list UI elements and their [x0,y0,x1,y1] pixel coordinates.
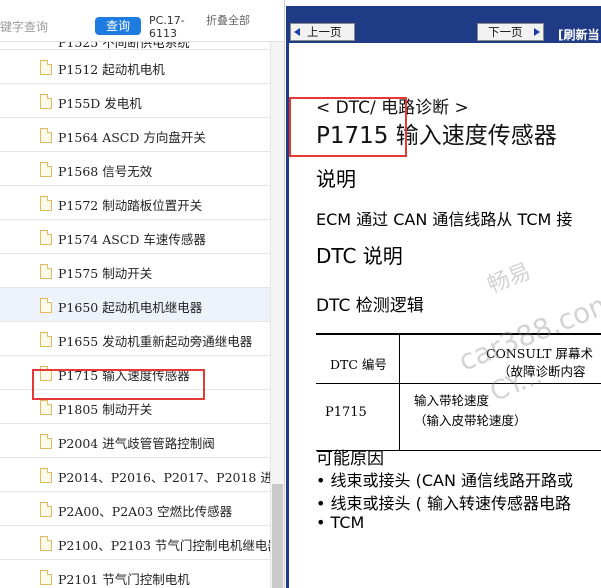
arrow-left-icon [294,28,300,36]
list-item-label: P1568 信号无效 [58,164,153,179]
list-item[interactable]: P1575 制动开关 [0,254,270,288]
list-item-label: P1575 制动开关 [58,266,153,281]
dtc-list: P1525 不间断供电系统 P1512 起动机电机 P155D 发电机 P156… [0,42,284,588]
viewer-toolbar: 上一页 下一页 [刷新当 [286,6,601,43]
table-cell-item-sub: （输入皮带轮速度） [414,413,527,428]
list-item-label: P1572 制动踏板位置开关 [58,198,203,213]
list-item[interactable]: P2014、P2016、P2017、P2018 进气... [0,458,284,492]
list-item-label: P2A00、P2A03 空燃比传感器 [58,504,233,519]
document-icon [40,468,52,483]
cause-bullet: • TCM [316,513,365,532]
list-item[interactable]: P155D 发电机 [0,84,270,118]
list-item-label: P1512 起动机电机 [58,62,165,77]
list-item[interactable]: P1564 ASCD 方向盘开关 [0,118,270,152]
list-item-label: P1525 不间断供电系统 [58,42,190,50]
cause-bullet: • 线束或接头 (CAN 通信线路开路或 [316,471,574,490]
collapse-all-button[interactable]: 折叠全部 [206,14,254,27]
highlight-box [289,97,407,157]
document-icon [40,400,52,415]
scrollbar-thumb[interactable] [272,484,283,588]
query-button[interactable]: 查询 [95,17,141,35]
document-icon [40,332,52,347]
list-item-label: P1655 发动机重新起动旁通继电器 [58,334,253,349]
document-icon [40,264,52,279]
next-page-label: 下一页 [488,25,523,39]
list-item[interactable]: P1525 不间断供电系统 [0,42,270,50]
detection-logic-heading: DTC 检测逻辑 [316,296,424,316]
list-item-label: P1564 ASCD 方向盘开关 [58,130,206,145]
list-item-label: P2101 节气门控制电机 [58,572,190,587]
prev-page-button[interactable]: 上一页 [290,23,355,41]
refresh-link[interactable]: [刷新当 [558,26,600,43]
possible-cause-heading: 可能原因 [316,449,384,469]
list-item-label: P155D 发电机 [58,96,142,111]
list-item-label: P1805 制动开关 [58,402,153,417]
table-header-divider [316,383,601,384]
table-cell-dtc-code: P1715 [325,405,367,420]
arrow-right-icon [534,28,540,36]
list-item[interactable]: P1574 ASCD 车速传感器 [0,220,270,254]
prev-page-label: 上一页 [307,25,342,39]
list-item[interactable]: P1655 发动机重新起动旁通继电器 [0,322,270,356]
document-icon [40,94,52,109]
list-item[interactable]: P1568 信号无效 [0,152,270,186]
cause-bullet: • 线束或接头 ( 输入转速传感器电路 [316,494,571,513]
list-item-label: P2004 进气歧管管路控制阀 [58,436,215,451]
next-page-button[interactable]: 下一页 [477,23,544,41]
document-icon [40,60,52,75]
search-bar: 键字查询 查询 PC.17-6113 折叠全部 [0,0,284,42]
document-icon [40,570,52,585]
document-icon [40,196,52,211]
list-item-label: P1650 起动机电机继电器 [58,300,203,315]
document-icon [40,536,52,551]
list-item[interactable]: P1512 起动机电机 [0,50,270,84]
list-item[interactable]: P1572 制动踏板位置开关 [0,186,270,220]
list-item[interactable]: P2100、P2103 节气门控制电机继电器 [0,526,280,560]
list-item[interactable]: P2A00、P2A03 空燃比传感器 [0,492,270,526]
sidebar: 键字查询 查询 PC.17-6113 折叠全部 P1525 不间断供电系统 P1… [0,0,285,588]
pc-code-label: PC.17-6113 [149,14,185,40]
list-item-label: P2100、P2103 节气门控制电机继电器 [58,538,280,553]
list-item[interactable]: P2101 节气门控制电机 [0,560,270,588]
highlight-box [32,369,205,400]
document-viewer: 上一页 下一页 [刷新当 < DTC/ 电路诊断 > P1715 输入速度传感器… [286,0,601,588]
description-text: ECM 通过 CAN 通信线路从 TCM 接 [316,210,573,229]
table-header-dtc-no: DTC 编号 [330,357,387,372]
document-icon [40,162,52,177]
list-item-label: P1574 ASCD 车速传感器 [58,232,206,247]
dtc-description-heading: DTC 说明 [316,244,403,268]
list-item-label: P2014、P2016、P2017、P2018 进气... [58,470,285,485]
document-icon [40,298,52,313]
search-input[interactable]: 键字查询 [0,18,48,35]
table-column-divider [399,335,400,450]
description-heading: 说明 [316,167,356,191]
table-cell-item: 输入带轮速度 [414,393,490,408]
list-item[interactable]: P2004 进气歧管管路控制阀 [0,424,270,458]
list-item[interactable]: P1650 起动机电机继电器 [0,288,270,322]
document-icon [40,128,52,143]
document-icon [40,230,52,245]
document-icon [40,434,52,449]
document-icon [40,502,52,517]
app-window: 键字查询 查询 PC.17-6113 折叠全部 P1525 不间断供电系统 P1… [0,0,601,588]
